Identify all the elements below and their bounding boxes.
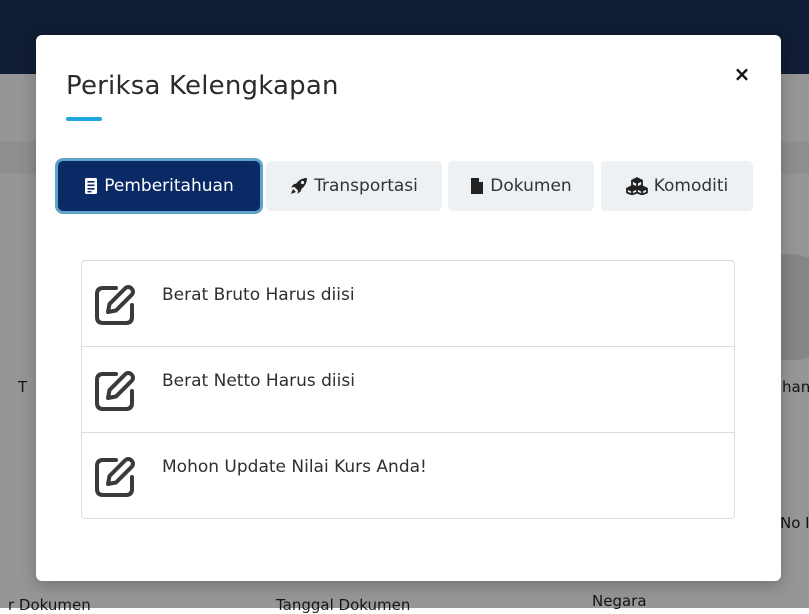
cubes-icon	[625, 177, 648, 195]
file-icon	[470, 177, 484, 195]
tab-komoditi[interactable]: Komoditi	[601, 161, 753, 211]
tab-pemberitahuan[interactable]: Pemberitahuan	[58, 161, 260, 211]
list-item-text: Berat Netto Harus diisi	[162, 371, 355, 391]
tab-label: Komoditi	[653, 176, 729, 196]
list-item[interactable]: Berat Netto Harus diisi	[82, 347, 734, 433]
list-item-text: Berat Bruto Harus diisi	[162, 285, 355, 305]
clipboard-icon	[84, 177, 98, 195]
edit-icon	[90, 367, 138, 413]
tab-dokumen[interactable]: Dokumen	[448, 161, 594, 211]
close-button[interactable]: ×	[731, 63, 753, 85]
tab-label: Dokumen	[490, 176, 572, 196]
list-item-text: Mohon Update Nilai Kurs Anda!	[162, 457, 427, 477]
edit-icon	[90, 453, 138, 499]
modal-dialog: Periksa Kelengkapan × Pemberitahuan Tran…	[36, 35, 781, 581]
tab-label: Transportasi	[314, 176, 418, 196]
list-item[interactable]: Berat Bruto Harus diisi	[82, 261, 734, 347]
modal-title: Periksa Kelengkapan	[66, 71, 339, 101]
tab-transportasi[interactable]: Transportasi	[266, 161, 442, 211]
edit-icon	[90, 281, 138, 327]
tab-label: Pemberitahuan	[104, 176, 234, 196]
rocket-icon	[290, 177, 308, 195]
list-item[interactable]: Mohon Update Nilai Kurs Anda!	[82, 433, 734, 518]
title-underline	[66, 117, 102, 121]
validation-list: Berat Bruto Harus diisi Berat Netto Haru…	[81, 260, 735, 519]
